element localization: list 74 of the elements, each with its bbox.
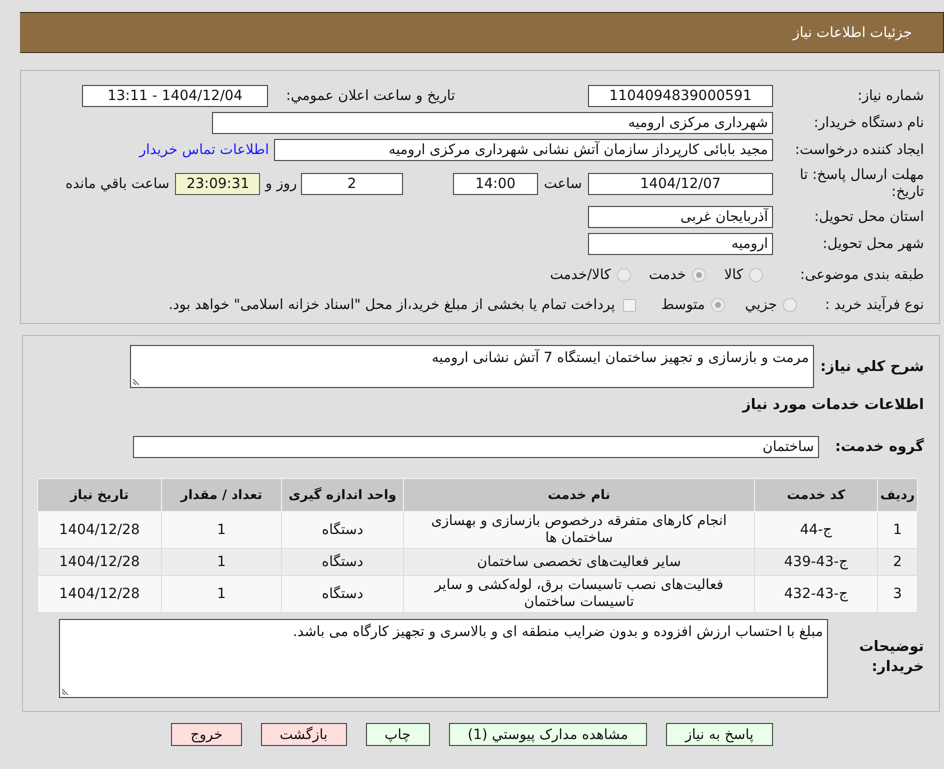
need-number-field[interactable]: 1104094839000591 (588, 84, 773, 106)
option-label: کالا/خدمت (550, 267, 611, 283)
summary-field[interactable]: مرمت و بازسازی و تجهیز ساختمان ایستگاه 7 آتش نشانی ارومیه (130, 345, 814, 388)
table-cell: سایر فعالیت‌های تخصصی ساختمان (404, 548, 754, 576)
field-label: نام دستگاه خریدار: (812, 114, 924, 130)
section-heading: اطلاعات خدمات مورد نیاز (740, 397, 924, 415)
action-button[interactable]: بازگشت (260, 723, 346, 746)
resize-grip-icon[interactable] (133, 377, 141, 385)
option-label: خدمت (648, 267, 686, 283)
table-cell: دستگاه (282, 576, 404, 612)
field-label: ساعت باقي مانده (66, 176, 170, 192)
deadline-time-field[interactable]: 14:00 (452, 173, 538, 195)
requester-field[interactable]: مجید بابائی کارپرداز سازمان آتش نشانی شهرداری مرکزی ارومیه (274, 138, 773, 160)
city-field[interactable]: ارومیه (588, 232, 773, 254)
radio-button[interactable] (783, 298, 797, 312)
buyer-notes-field[interactable]: مبلغ با احتساب ارزش افزوده و بدون ضرایب منطقه ای و بالاسری و تجهیز کارگاه می باشد. (59, 619, 828, 698)
option-label: کالا (724, 267, 743, 283)
checkbox-label: پرداخت تمام یا بخشی از مبلغ خرید،از محل "اسناد خزانه اسلامی" خواهد بود. (168, 297, 616, 313)
table-cell: 1 (162, 548, 282, 576)
field-label: نوع فرآیند خرید : (824, 297, 924, 313)
column-header: نام خدمت (404, 478, 754, 512)
province-field[interactable]: آذربایجان غربی (588, 206, 773, 228)
radio-button[interactable] (616, 268, 631, 282)
field-label: شهر محل تحویل: (822, 236, 924, 252)
buyer-contact-link[interactable]: اطلاعات تماس خریدار (139, 142, 269, 158)
table-cell: ج-43-439 (754, 548, 878, 576)
table-cell: 1 (162, 512, 282, 548)
column-header: کد خدمت (754, 478, 878, 512)
column-header: تاریخ نیاز (38, 478, 162, 512)
table-cell: ج-43-432 (754, 576, 878, 612)
table-cell: 1 (162, 576, 282, 612)
table-cell: 2 (878, 548, 918, 576)
table-cell: دستگاه (282, 548, 404, 576)
column-header: تعداد / مقدار (162, 478, 282, 512)
field-label: مهلت ارسال پاسخ: تا تاریخ: (798, 167, 924, 201)
service-group-field[interactable]: ساختمان (133, 436, 819, 458)
radio-button[interactable] (749, 268, 763, 282)
field-label: توضیحات خریدار: (858, 638, 924, 677)
option-label: متوسط (661, 297, 706, 313)
field-label: روز و (265, 176, 297, 192)
buyer-org-field[interactable]: شهرداری مرکزی ارومیه (212, 112, 773, 134)
field-label: شرح کلي نیاز: (819, 358, 924, 374)
column-header: واحد اندازه گیری (282, 478, 404, 512)
table-cell: فعالیت‌های نصب تاسیسات برق، لوله‌کشی و سایر تاسیسات ساختمان (404, 576, 754, 612)
field-label: گروه خدمت: (834, 439, 924, 455)
table-cell: 1404/12/28 (38, 576, 162, 612)
page-title: جزئیات اطلاعات نیاز (792, 24, 912, 40)
days-left-field[interactable]: 2 (300, 173, 403, 195)
table-cell: 3 (878, 576, 918, 612)
time-left-field[interactable]: 23:09:31 (175, 173, 260, 195)
action-button[interactable]: چاپ (366, 723, 430, 746)
field-label: استان محل تحویل: (813, 208, 924, 224)
field-label: ایجاد کننده درخواست: (794, 142, 924, 158)
table-cell: 1 (878, 512, 918, 548)
deadline-date-field[interactable]: 1404/12/07 (588, 173, 773, 195)
table-cell: انجام کارهای متفرقه درخصوص بازسازی و بهسازی ساختمان ها (404, 512, 754, 548)
table-cell: دستگاه (282, 512, 404, 548)
table-cell: ج-44 (754, 512, 878, 548)
table-cell: 1404/12/28 (38, 548, 162, 576)
action-button[interactable]: خروج (171, 723, 242, 746)
table-cell: 1404/12/28 (38, 512, 162, 548)
announce-date-field[interactable]: 1404/12/04 - 13:11 (82, 84, 268, 106)
field-label: طبقه بندی موضوعی: (799, 267, 924, 283)
radio-button[interactable] (711, 298, 726, 312)
column-header: ردیف (878, 478, 918, 512)
field-label: ساعت (544, 176, 582, 192)
radio-button[interactable] (692, 268, 706, 282)
resize-grip-icon[interactable] (62, 687, 70, 695)
field-label: شماره نیاز: (856, 88, 924, 104)
option-label: جزيي (745, 297, 777, 313)
field-label: تاریخ و ساعت اعلان عمومي: (285, 88, 455, 104)
action-button[interactable]: مشاهده مدارک پیوستي (1) (448, 723, 648, 746)
action-button[interactable]: پاسخ به نیاز (666, 723, 773, 746)
checkbox[interactable] (623, 298, 636, 312)
